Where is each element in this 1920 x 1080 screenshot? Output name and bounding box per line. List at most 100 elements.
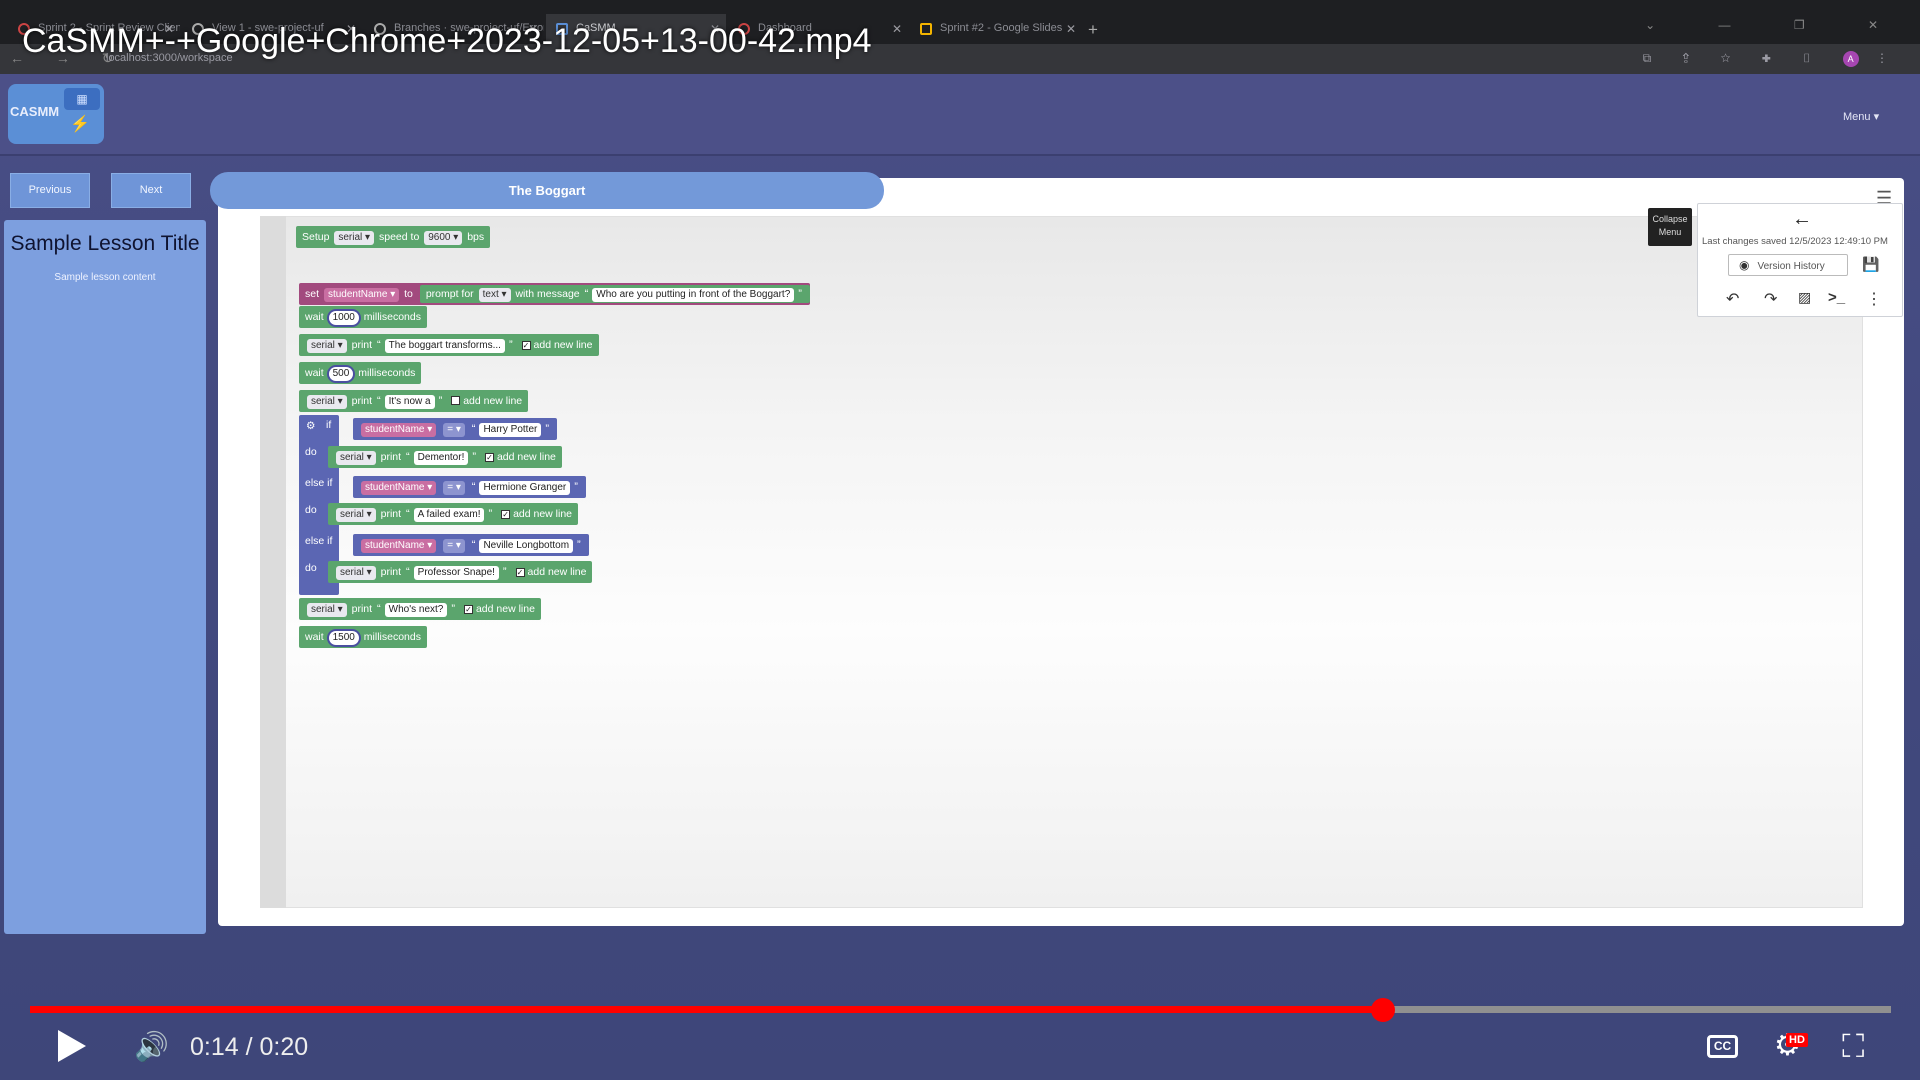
device-dropdown[interactable]: serial ▾ bbox=[336, 566, 376, 580]
setup-block[interactable]: Setup serial ▾ speed to 9600 ▾ bps bbox=[296, 226, 491, 248]
text-field[interactable]: Neville Longbottom bbox=[479, 539, 574, 553]
workspace-menu: ← Last changes saved 12/5/2023 12:49:10 … bbox=[1697, 203, 1903, 317]
device-dropdown[interactable]: serial ▾ bbox=[307, 603, 347, 617]
checkbox[interactable]: ✓ bbox=[515, 568, 525, 577]
variable-dropdown[interactable]: studentName ▾ bbox=[361, 481, 437, 495]
exit-fullscreen-icon[interactable]: ⛶ bbox=[1842, 1028, 1864, 1066]
text-field[interactable]: Professor Snape! bbox=[413, 566, 499, 580]
if-label: if bbox=[326, 419, 332, 431]
text-field[interactable]: Harry Potter bbox=[479, 423, 542, 437]
volume-icon[interactable]: 🔊 bbox=[134, 1030, 169, 1063]
more-vert-icon[interactable]: ⋮ bbox=[1866, 289, 1882, 309]
else-if-label: else if bbox=[305, 535, 333, 547]
operator-dropdown[interactable]: = ▾ bbox=[443, 423, 465, 437]
captions-button[interactable]: CC bbox=[1707, 1035, 1738, 1058]
wait-block[interactable]: wait 1000 milliseconds bbox=[299, 306, 427, 328]
print-block[interactable]: serial ▾ print “A failed exam!” ✓ add new… bbox=[328, 503, 579, 525]
profile-avatar[interactable]: A bbox=[1842, 51, 1859, 67]
video-frame: Sprint 2 - Sprint Review Client Meeting✕… bbox=[0, 0, 1920, 1080]
redo-icon[interactable]: ↷ bbox=[1764, 289, 1777, 309]
logo-text: CASMM bbox=[10, 104, 60, 119]
lesson-panel: Sample Lesson Title Sample lesson conten… bbox=[4, 220, 206, 934]
menu-dropdown[interactable]: Menu ▾ bbox=[1843, 110, 1879, 123]
checkbox[interactable]: ✓ bbox=[463, 605, 473, 614]
prompt-block[interactable]: prompt for text ▾ with message “Who are … bbox=[419, 285, 810, 303]
print-block[interactable]: serial ▾ print “The boggart transforms..… bbox=[299, 334, 599, 356]
lesson-content: Sample lesson content bbox=[54, 272, 156, 283]
chip-icon: ▦ bbox=[64, 88, 100, 110]
version-history-button[interactable]: ◉ Version History bbox=[1728, 254, 1848, 276]
checkbox[interactable]: ✓ bbox=[521, 341, 531, 350]
image-icon[interactable]: ▨ bbox=[1798, 289, 1811, 306]
number-field[interactable]: 1000 bbox=[328, 311, 359, 325]
workspace-title: The Boggart bbox=[210, 172, 884, 209]
new-tab-icon[interactable]: + bbox=[1088, 20, 1098, 40]
type-dropdown[interactable]: text ▾ bbox=[478, 288, 511, 302]
baud-dropdown[interactable]: 9600 ▾ bbox=[424, 231, 463, 245]
compare-block[interactable]: studentName ▾ = ▾ “Neville Longbottom” bbox=[353, 534, 589, 556]
do-label: do bbox=[305, 446, 317, 458]
do-label: do bbox=[305, 562, 317, 574]
tab-close-icon[interactable]: ✕ bbox=[892, 22, 902, 36]
tab-close-icon[interactable]: ✕ bbox=[1066, 22, 1076, 36]
device-dropdown[interactable]: serial ▾ bbox=[334, 231, 375, 245]
progress-played bbox=[30, 1006, 1383, 1013]
number-field[interactable]: 500 bbox=[328, 367, 354, 381]
app-header: CASMM ▦ ⚡ Menu ▾ bbox=[0, 74, 1920, 156]
do-label: do bbox=[305, 504, 317, 516]
device-dropdown[interactable]: serial ▾ bbox=[307, 395, 347, 409]
device-dropdown[interactable]: serial ▾ bbox=[336, 508, 376, 522]
device-dropdown[interactable]: serial ▾ bbox=[336, 451, 376, 465]
collapse-menu-tooltip: Collapse Menu bbox=[1648, 208, 1692, 246]
variable-dropdown[interactable]: studentName ▾ bbox=[361, 423, 437, 437]
set-variable-block[interactable]: set studentName ▾ to prompt for text ▾ w… bbox=[299, 283, 810, 305]
slides-icon bbox=[920, 23, 932, 35]
print-block[interactable]: serial ▾ print “Professor Snape!” ✓ add n… bbox=[328, 561, 593, 583]
gear-icon[interactable]: ⚙ bbox=[306, 420, 315, 432]
checkbox[interactable]: ✓ bbox=[484, 453, 494, 462]
else-if-label: else if bbox=[305, 477, 333, 489]
wait-block[interactable]: wait 1500 milliseconds bbox=[299, 626, 427, 648]
hd-badge: HD bbox=[1786, 1033, 1808, 1047]
video-title: CaSMM+-+Google+Chrome+2023-12-05+13-00-4… bbox=[22, 22, 872, 60]
extension-icons[interactable]: ⧉ ⇪ ☆ ✚ ▯ A ⋮ bbox=[1643, 51, 1902, 67]
checkbox[interactable] bbox=[451, 396, 461, 405]
window-controls[interactable]: ⌄ — ❐ ✕ bbox=[1645, 18, 1908, 32]
compare-block[interactable]: studentName ▾ = ▾ “Hermione Granger” bbox=[353, 476, 586, 498]
wait-block[interactable]: wait 500 milliseconds bbox=[299, 362, 422, 384]
message-field[interactable]: Who are you putting in front of the Bogg… bbox=[592, 288, 795, 302]
time-display: 0:14 / 0:20 bbox=[190, 1033, 309, 1061]
undo-icon[interactable]: ↶ bbox=[1726, 289, 1739, 309]
text-field[interactable]: The boggart transforms... bbox=[384, 339, 505, 353]
text-field[interactable]: Hermione Granger bbox=[479, 481, 571, 495]
print-block[interactable]: serial ▾ print “Who's next?” ✓ add new li… bbox=[299, 598, 541, 620]
variable-dropdown[interactable]: studentName ▾ bbox=[361, 539, 437, 553]
print-block[interactable]: serial ▾ print “It's now a” add new line bbox=[299, 390, 529, 412]
device-dropdown[interactable]: serial ▾ bbox=[307, 339, 347, 353]
variable-dropdown[interactable]: studentName ▾ bbox=[323, 288, 400, 302]
next-button[interactable]: Next bbox=[111, 173, 191, 208]
last-saved-text: Last changes saved 12/5/2023 12:49:10 PM bbox=[1702, 236, 1888, 247]
compare-block[interactable]: studentName ▾ = ▾ “Harry Potter” bbox=[353, 418, 558, 440]
back-arrow-icon[interactable]: ← bbox=[1792, 208, 1812, 231]
print-block[interactable]: serial ▾ print “Dementor!” ✓ add new line bbox=[328, 446, 562, 468]
text-field[interactable]: Dementor! bbox=[413, 451, 469, 465]
operator-dropdown[interactable]: = ▾ bbox=[443, 481, 465, 495]
operator-dropdown[interactable]: = ▾ bbox=[443, 539, 465, 553]
play-icon[interactable] bbox=[58, 1030, 86, 1062]
text-field[interactable]: Who's next? bbox=[384, 603, 448, 617]
console-icon[interactable]: >_ bbox=[1828, 289, 1845, 306]
save-icon[interactable]: 💾 bbox=[1862, 256, 1879, 273]
number-field[interactable]: 1500 bbox=[328, 631, 359, 645]
bolt-icon: ⚡ bbox=[70, 116, 90, 133]
previous-button[interactable]: Previous bbox=[10, 173, 90, 208]
casmm-logo[interactable]: CASMM ▦ ⚡ bbox=[8, 84, 104, 144]
eye-icon: ◉ bbox=[1739, 258, 1750, 272]
text-field[interactable]: It's now a bbox=[384, 395, 435, 409]
scrubber-handle[interactable] bbox=[1370, 998, 1395, 1022]
browser-tab[interactable]: Sprint #2 - Google Slides ✕ bbox=[910, 14, 1082, 44]
text-field[interactable]: A failed exam! bbox=[413, 508, 485, 522]
checkbox[interactable]: ✓ bbox=[501, 510, 511, 519]
toolbox-gutter[interactable] bbox=[260, 216, 286, 908]
lesson-title: Sample Lesson Title bbox=[10, 232, 200, 255]
